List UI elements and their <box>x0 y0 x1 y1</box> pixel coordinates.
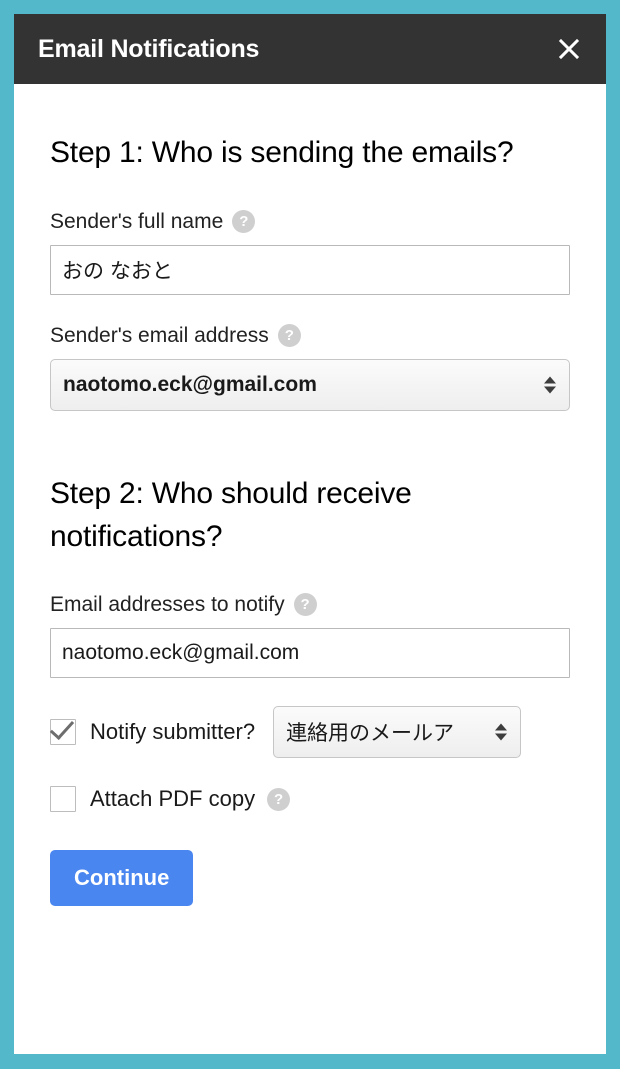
notify-addresses-input[interactable] <box>50 628 570 679</box>
notify-submitter-row: Notify submitter? 連絡用のメールア <box>50 706 570 759</box>
step1-heading: Step 1: Who is sending the emails? <box>50 136 514 169</box>
attach-pdf-label: Attach PDF copy <box>90 786 256 812</box>
notify-submitter-checkbox[interactable] <box>50 719 76 746</box>
dialog-title: Email Notifications <box>38 34 260 63</box>
sender-email-label-text: Sender's email address <box>50 323 269 347</box>
notify-addresses-label-text: Email addresses to notify <box>50 593 285 617</box>
step2-heading: Step 2: Who should receive notifications… <box>50 476 412 553</box>
stepper-arrows-icon <box>495 723 508 741</box>
sender-email-field-group: Sender's email address ? naotomo.eck@gma… <box>50 323 570 411</box>
notify-submitter-field-value: 連絡用のメールア <box>286 722 455 746</box>
dialog-titlebar: Email Notifications <box>14 14 606 84</box>
email-notifications-dialog: Email Notifications Step 1: Who is sendi… <box>14 14 606 1054</box>
sender-email-select[interactable]: naotomo.eck@gmail.com <box>50 358 570 411</box>
sender-name-label: Sender's full name ? <box>50 209 570 234</box>
notify-submitter-field-select[interactable]: 連絡用のメールア <box>273 706 522 759</box>
help-icon[interactable]: ? <box>293 593 317 617</box>
attach-pdf-row: Attach PDF copy ? <box>50 786 570 813</box>
sender-email-select-value: naotomo.eck@gmail.com <box>63 372 317 396</box>
dialog-body: Step 1: Who is sending the emails? Sende… <box>14 84 606 907</box>
help-icon[interactable]: ? <box>267 787 291 811</box>
attach-pdf-checkbox[interactable] <box>50 786 76 813</box>
sender-name-field-group: Sender's full name ? <box>50 209 570 295</box>
continue-button[interactable]: Continue <box>50 850 194 907</box>
close-icon[interactable] <box>552 32 586 66</box>
notify-addresses-label: Email addresses to notify ? <box>50 592 570 617</box>
sender-name-input[interactable] <box>50 244 570 295</box>
sender-email-label: Sender's email address ? <box>50 323 570 348</box>
notify-addresses-field-group: Email addresses to notify ? <box>50 592 570 679</box>
stepper-arrows-icon <box>544 376 556 394</box>
sender-name-label-text: Sender's full name <box>50 209 224 233</box>
help-icon[interactable]: ? <box>277 323 301 347</box>
help-icon[interactable]: ? <box>232 209 256 233</box>
notify-submitter-label: Notify submitter? <box>90 719 256 745</box>
